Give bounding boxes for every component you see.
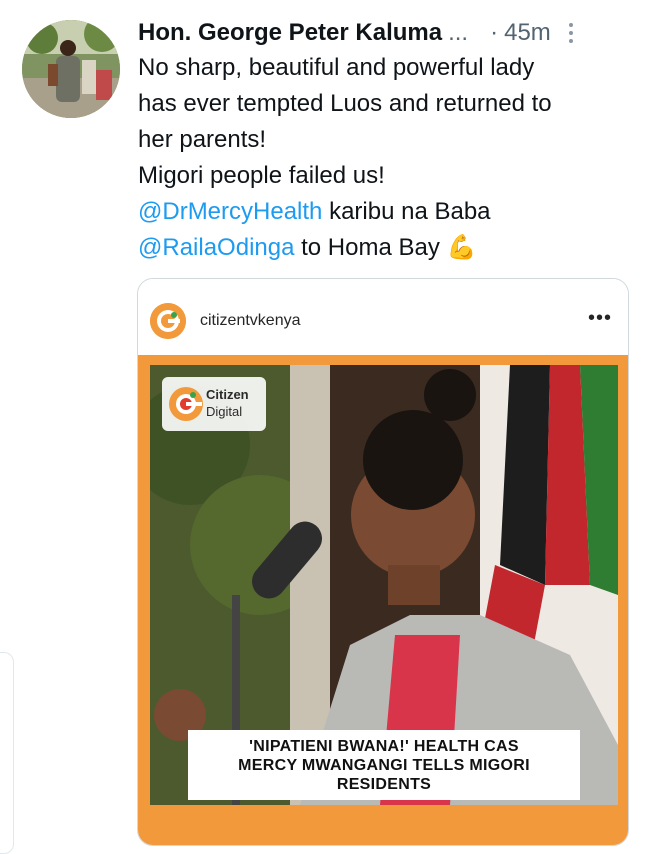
tweet-timestamp[interactable]: 45m	[504, 19, 551, 47]
embed-account-name[interactable]: citizentvkenya	[200, 312, 301, 330]
more-options-icon[interactable]	[565, 19, 577, 47]
author-avatar[interactable]	[22, 20, 120, 118]
citizen-digital-logo-icon: Citizen Digital	[162, 377, 266, 431]
logo-text-digital: Digital	[206, 404, 243, 419]
tweet-text-line: Migori people failed us!	[138, 162, 385, 189]
tweet-text-fragment: karibu na Baba	[322, 198, 491, 225]
tweet-text-line: No sharp, beautiful and powerful lady	[138, 54, 535, 81]
tweet-text-line: @DrMercyHealth karibu na Baba	[138, 194, 628, 230]
adjacent-panel-edge	[0, 652, 14, 854]
tweet-text: No sharp, beautiful and powerful lady ha…	[138, 50, 628, 266]
tweet-text-line: her parents!	[138, 126, 267, 153]
name-truncation: ...	[448, 19, 469, 46]
logo-text-citizen: Citizen	[206, 387, 249, 402]
headline-text: 'NIPATIENI BWANA!' HEALTH CAS MERCY MWAN…	[238, 737, 530, 793]
embedded-instagram-card[interactable]: citizentvkenya ••• Citizen Digital 'NIPA…	[137, 278, 629, 846]
mention-link[interactable]: @RailaOdinga	[138, 234, 294, 261]
embed-more-icon[interactable]: •••	[588, 308, 612, 328]
post-headline: 'NIPATIENI BWANA!' HEALTH CAS MERCY MWAN…	[188, 730, 580, 800]
embed-post-image[interactable]: Citizen Digital 'NIPATIENI BWANA!' HEALT…	[138, 355, 628, 845]
tweet-header: Hon. George Peter Kaluma ... · 45m	[138, 16, 630, 50]
tweet-text-line: @RailaOdinga to Homa Bay 💪	[138, 230, 628, 266]
separator-dot: ·	[490, 19, 499, 46]
mention-link[interactable]: @DrMercyHealth	[138, 198, 322, 225]
embed-account-avatar[interactable]	[150, 303, 186, 339]
flexed-biceps-emoji: 💪	[446, 234, 477, 261]
tweet-text-fragment: to Homa Bay	[294, 234, 440, 261]
author-name[interactable]: Hon. George Peter Kaluma	[138, 19, 442, 47]
tweet-text-line: has ever tempted Luos and returned to	[138, 90, 552, 117]
embed-header: citizentvkenya •••	[138, 279, 628, 355]
